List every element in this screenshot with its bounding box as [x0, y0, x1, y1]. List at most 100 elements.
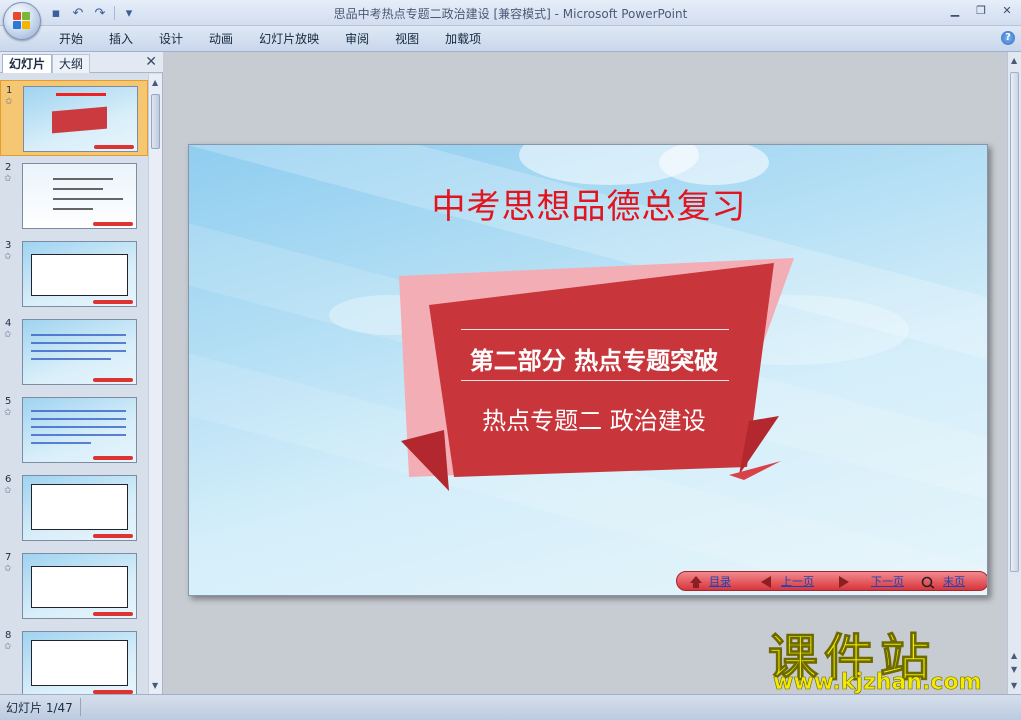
thumbnail-6[interactable]: 6 ✩ [0, 470, 148, 546]
prev-page-link[interactable]: 上一页 [781, 574, 814, 590]
thumbnail-1[interactable]: 1 ✩ [0, 80, 148, 156]
tab-slides[interactable]: 幻灯片 [2, 54, 53, 73]
slide-canvas[interactable]: 中考思想品德总复习 第二部分 热点专题突破 热点专题二 政治建设 目录 上一页 … [188, 144, 988, 596]
tab-design[interactable]: 设计 [146, 31, 196, 49]
thumb-table [31, 254, 128, 296]
tab-animations[interactable]: 动画 [196, 31, 246, 49]
animation-star-icon: ✩ [4, 564, 12, 574]
scroll-up-icon[interactable]: ▲ [152, 78, 158, 87]
thumb-table [31, 484, 128, 530]
slide-number: 1 [6, 85, 13, 96]
animation-star-icon: ✩ [4, 330, 12, 340]
thumb-line [31, 410, 126, 412]
next-slide-icon[interactable]: ▼ [1011, 665, 1017, 674]
tab-insert[interactable]: 插入 [96, 31, 146, 49]
animation-star-icon: ✩ [4, 252, 12, 262]
separator [80, 698, 81, 716]
next-page-link[interactable]: 下一页 [871, 574, 904, 590]
thumbnail-8[interactable]: 8 ✩ [0, 626, 148, 694]
next-arrow-icon [839, 576, 849, 588]
slide-thumbnail [22, 241, 137, 307]
topic-heading: 热点专题二 政治建设 [482, 407, 706, 435]
panel-tabs: 幻灯片 大纲 ✕ [0, 52, 163, 73]
tab-home[interactable]: 开始 [46, 31, 96, 49]
thumb-line [53, 178, 113, 180]
thumb-footer [93, 222, 133, 226]
slide-scrollbar[interactable]: ▲ ▲ ▼ ▼ [1007, 52, 1021, 694]
animation-star-icon: ✩ [4, 408, 12, 418]
window-controls: ▁ ❐ ✕ [949, 4, 1013, 17]
status-bar: 幻灯片 1/47 [0, 694, 1021, 720]
animation-star-icon: ✩ [4, 174, 12, 184]
slide-number: 7 [5, 552, 12, 563]
slide-editing-area: 中考思想品德总复习 第二部分 热点专题突破 热点专题二 政治建设 目录 上一页 … [164, 52, 1007, 694]
help-icon[interactable]: ? [1001, 31, 1015, 45]
thumb-title-bar [56, 93, 106, 96]
tab-view[interactable]: 视图 [382, 31, 432, 49]
scroll-down-icon[interactable]: ▼ [1011, 681, 1017, 690]
close-icon[interactable]: ✕ [1001, 4, 1013, 17]
slide-thumbnail [22, 631, 137, 694]
minimize-icon[interactable]: ▁ [949, 4, 961, 17]
home-arrow-icon [690, 576, 702, 588]
thumb-line [31, 334, 126, 336]
slide-thumbnail [22, 397, 137, 463]
thumb-footer [93, 534, 133, 538]
slide-number: 3 [5, 240, 12, 251]
thumbnail-7[interactable]: 7 ✩ [0, 548, 148, 624]
thumbnail-4[interactable]: 4 ✩ [0, 314, 148, 390]
thumb-line [31, 342, 126, 344]
thumb-table [31, 566, 128, 608]
thumbnail-5[interactable]: 5 ✩ [0, 392, 148, 468]
window-title: 思品中考热点专题二政治建设 [兼容模式] - Microsoft PowerPo… [333, 7, 688, 21]
thumbnail-list: 1 ✩ 2 ✩ 3 ✩ 4 ✩ 5 ✩ 6 ✩ 7 ✩ 8 ✩ [0, 74, 148, 694]
thumb-line [53, 188, 103, 190]
slide-thumbnail [22, 163, 137, 229]
slide-thumbnail [22, 475, 137, 541]
slide-number: 5 [5, 396, 12, 407]
slide-thumbnail [23, 86, 138, 152]
toc-link[interactable]: 目录 [709, 574, 731, 590]
thumb-line [31, 418, 126, 420]
thumb-banner [52, 106, 107, 134]
thumbnail-2[interactable]: 2 ✩ [0, 158, 148, 234]
tab-slideshow[interactable]: 幻灯片放映 [246, 31, 332, 49]
thumb-line [53, 198, 123, 200]
office-button[interactable] [3, 2, 41, 40]
thumb-table [31, 640, 128, 686]
slide-number: 2 [5, 162, 12, 173]
tab-addins[interactable]: 加载项 [432, 31, 494, 49]
title-bar: ▪ ↶ ↷ ▾ 思品中考热点专题二政治建设 [兼容模式] - Microsoft… [0, 0, 1021, 40]
thumb-line [31, 426, 126, 428]
slide-indicator: 幻灯片 1/47 [6, 701, 73, 715]
thumb-line [31, 442, 91, 444]
animation-star-icon: ✩ [5, 97, 13, 107]
thumb-line [53, 208, 93, 210]
tab-review[interactable]: 审阅 [332, 31, 382, 49]
prev-slide-icon[interactable]: ▲ [1011, 651, 1017, 660]
thumbnail-3[interactable]: 3 ✩ [0, 236, 148, 312]
office-logo-icon [13, 12, 31, 30]
thumb-footer [94, 145, 134, 149]
banner-divider [461, 329, 729, 330]
scroll-down-icon[interactable]: ▼ [152, 681, 158, 690]
slide-number: 4 [5, 318, 12, 329]
scroll-thumb[interactable] [1010, 72, 1019, 572]
thumb-footer [93, 456, 133, 460]
tab-outline[interactable]: 大纲 [52, 54, 91, 73]
thumb-line [31, 358, 111, 360]
section-heading: 第二部分 热点专题突破 [469, 347, 719, 375]
close-icon[interactable]: ✕ [145, 54, 157, 70]
scroll-thumb[interactable] [151, 94, 160, 149]
thumb-footer [93, 378, 133, 382]
thumb-footer [93, 612, 133, 616]
thumbnail-scrollbar[interactable]: ▲ ▼ [148, 74, 162, 694]
slides-panel: 幻灯片 大纲 ✕ 1 ✩ 2 ✩ 3 ✩ 4 ✩ 5 ✩ 6 ✩ 7 ✩ 8 ✩… [0, 52, 163, 694]
thumb-line [31, 434, 126, 436]
scroll-up-icon[interactable]: ▲ [1011, 56, 1017, 65]
slide-number: 8 [5, 630, 12, 641]
slide-thumbnail [22, 553, 137, 619]
end-page-link[interactable]: 末页 [943, 574, 965, 590]
restore-icon[interactable]: ❐ [975, 4, 987, 17]
prev-arrow-icon [761, 576, 771, 588]
